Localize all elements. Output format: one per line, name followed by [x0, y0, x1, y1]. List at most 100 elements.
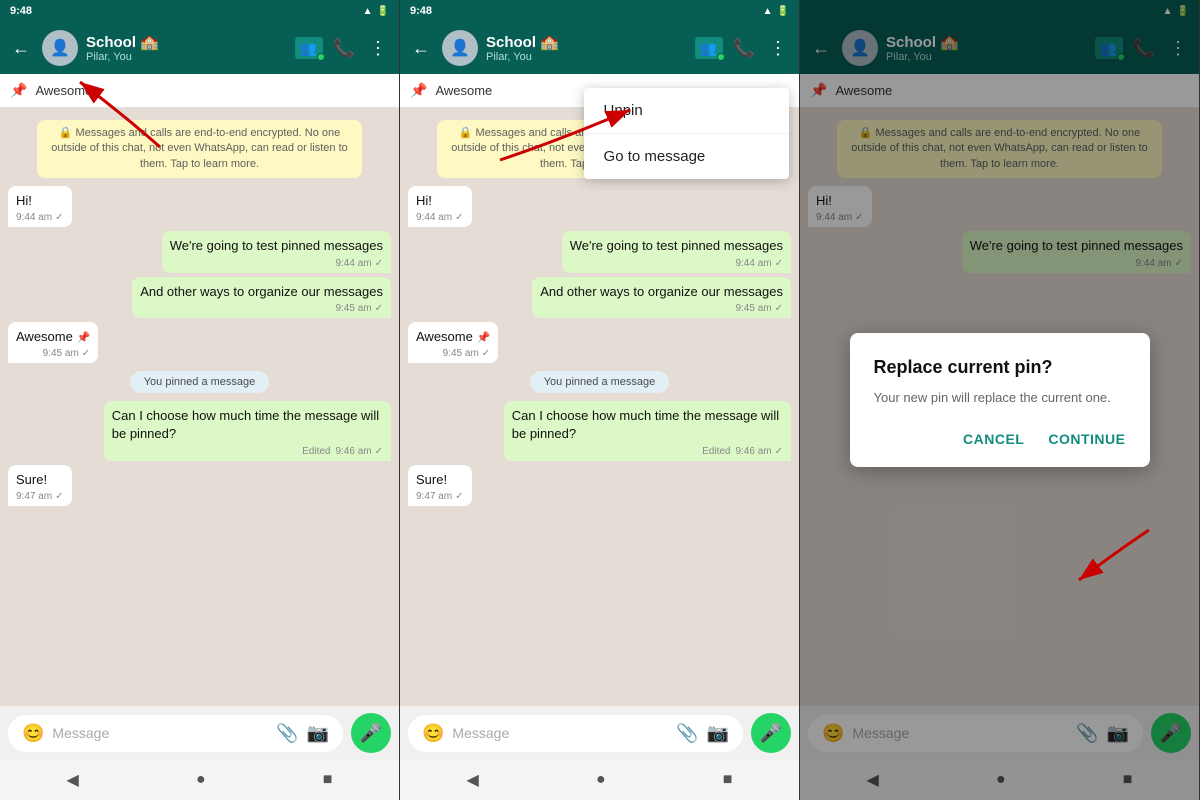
msg-choose-2: Can I choose how much time the message w… [504, 401, 791, 460]
attach-icon-1[interactable]: 📎 [276, 723, 298, 744]
msg-text: Hi! [16, 192, 64, 210]
msg-meta: 9:44 am ✓ [416, 212, 464, 223]
wifi-icon-2: ▲ [763, 6, 773, 17]
msg-sure-2: Sure! 9:47 am ✓ [408, 465, 472, 506]
dialog-body-3: Your new pin will replace the current on… [874, 388, 1126, 408]
msg-check: ✓ [55, 212, 63, 223]
nav-home-1[interactable]: ● [196, 771, 206, 789]
online-dot-2 [717, 53, 725, 61]
battery-icon-2: 🔋 [777, 6, 789, 17]
msg-time: 9:45 am [735, 303, 771, 314]
battery-icon: 🔋 [377, 6, 389, 17]
msg-check: ✓ [775, 258, 783, 269]
phone-panel-2: 9:48 ▲ 🔋 ← 👤 School 🏫 Pilar, You 👥 📞 ⋮ 📌… [400, 0, 800, 800]
pin-icon-1: 📌 [10, 82, 27, 99]
chat-body-2: 🔒 Messages and calls are end-to-end encr… [400, 108, 799, 706]
group-icon-1[interactable]: 👥 [295, 37, 323, 59]
msg-time: 9:47 am [416, 491, 452, 502]
msg-text: We're going to test pinned messages [170, 237, 383, 255]
status-bar-1: 9:48 ▲ 🔋 [0, 0, 399, 22]
msg-edited: Edited [302, 446, 330, 457]
msg-pinned-1: We're going to test pinned messages 9:44… [162, 231, 391, 272]
context-go-to-message[interactable]: Go to message [584, 134, 789, 179]
chat-subtitle-2: Pilar, You [486, 51, 687, 63]
msg-hi-2: Hi! 9:44 am ✓ [408, 186, 472, 227]
msg-text: We're going to test pinned messages [570, 237, 783, 255]
context-menu-2: Unpin Go to message [584, 88, 789, 179]
nav-home-2[interactable]: ● [596, 771, 606, 789]
status-bar-2: 9:48 ▲ 🔋 [400, 0, 799, 22]
status-time-1: 9:48 [10, 5, 32, 17]
nav-back-1[interactable]: ◀ [67, 770, 79, 790]
msg-meta: 9:45 am ✓ [16, 348, 90, 359]
dialog-actions-3: Cancel Continue [874, 427, 1126, 451]
pin-icon-2: 📌 [410, 82, 427, 99]
header-actions-2: 👥 📞 ⋮ [695, 34, 791, 63]
msg-time: 9:45 am [43, 348, 79, 359]
more-icon-2[interactable]: ⋮ [765, 34, 791, 63]
msg-text: Awesome 📌 [16, 328, 90, 346]
chat-header-2: ← 👤 School 🏫 Pilar, You 👥 📞 ⋮ [400, 22, 799, 74]
msg-text: Awesome 📌 [416, 328, 490, 346]
msg-awesome-1: Awesome 📌 9:45 am ✓ [8, 322, 98, 363]
mic-button-1[interactable]: 🎤 [351, 713, 391, 753]
msg-meta: Edited 9:46 am ✓ [112, 446, 383, 457]
chat-body-1: 🔒 Messages and calls are end-to-end encr… [0, 108, 399, 706]
chat-input-bar-2: 😊 Message 📎 📷 🎤 [400, 706, 799, 760]
msg-sure-1: Sure! 9:47 am ✓ [8, 465, 72, 506]
camera-icon-2[interactable]: 📷 [707, 723, 729, 744]
msg-text: And other ways to organize our messages [540, 283, 783, 301]
status-icons-1: ▲ 🔋 [363, 6, 389, 17]
back-button-2[interactable]: ← [408, 34, 434, 63]
msg-time: 9:44 am [335, 258, 371, 269]
avatar-2: 👤 [442, 30, 478, 66]
msg-text: Hi! [416, 192, 464, 210]
call-icon-2[interactable]: 📞 [729, 34, 759, 63]
msg-check: ✓ [775, 303, 783, 314]
msg-check: ✓ [455, 212, 463, 223]
nav-recents-2[interactable]: ■ [723, 771, 733, 789]
msg-edited: Edited [702, 446, 730, 457]
group-icon-2[interactable]: 👥 [695, 37, 723, 59]
dialog-overlay-3: Replace current pin? Your new pin will r… [800, 0, 1199, 800]
more-icon-1[interactable]: ⋮ [365, 34, 391, 63]
nav-bar-1: ◀ ● ■ [0, 760, 399, 800]
nav-recents-1[interactable]: ■ [323, 771, 333, 789]
chat-title-1: School 🏫 [86, 33, 287, 51]
attach-icon-2[interactable]: 📎 [676, 723, 698, 744]
msg-time: 9:46 am [735, 446, 771, 457]
camera-icon-1[interactable]: 📷 [307, 723, 329, 744]
msg-meta: 9:45 am ✓ [416, 348, 490, 359]
pin-notif-1: You pinned a message [130, 371, 270, 393]
input-box-2[interactable]: 😊 Message 📎 📷 [408, 715, 743, 752]
msg-check: ✓ [375, 303, 383, 314]
msg-check: ✓ [82, 348, 90, 359]
msg-text: Sure! [16, 471, 64, 489]
pinned-text-2: Awesome [435, 83, 492, 98]
msg-choose-1: Can I choose how much time the message w… [104, 401, 391, 460]
back-button-1[interactable]: ← [8, 34, 34, 63]
msg-pinned-2: We're going to test pinned messages 9:44… [562, 231, 791, 272]
context-unpin[interactable]: Unpin [584, 88, 789, 134]
msg-meta: 9:45 am ✓ [140, 303, 383, 314]
msg-text: Can I choose how much time the message w… [512, 407, 783, 443]
input-box-1[interactable]: 😊 Message 📎 📷 [8, 715, 343, 752]
chat-header-1: ← 👤 School 🏫 Pilar, You 👥 📞 ⋮ [0, 22, 399, 74]
dialog-title-3: Replace current pin? [874, 357, 1126, 378]
wifi-icon: ▲ [363, 6, 373, 17]
call-icon-1[interactable]: 📞 [329, 34, 359, 63]
msg-check: ✓ [55, 491, 63, 502]
mic-button-2[interactable]: 🎤 [751, 713, 791, 753]
pinned-bar-1[interactable]: 📌 Awesome [0, 74, 399, 108]
nav-back-2[interactable]: ◀ [467, 770, 479, 790]
encrypt-notice-1: 🔒 Messages and calls are end-to-end encr… [37, 120, 363, 178]
msg-time: 9:44 am [735, 258, 771, 269]
chat-title-2: School 🏫 [486, 33, 687, 51]
emoji-icon-1[interactable]: 😊 [22, 723, 44, 744]
emoji-icon-2[interactable]: 😊 [422, 723, 444, 744]
dialog-cancel-btn[interactable]: Cancel [963, 427, 1024, 451]
dialog-continue-btn[interactable]: Continue [1048, 427, 1125, 451]
msg-text: And other ways to organize our messages [140, 283, 383, 301]
status-icons-2: ▲ 🔋 [763, 6, 789, 17]
msg-awesome-2: Awesome 📌 9:45 am ✓ [408, 322, 498, 363]
